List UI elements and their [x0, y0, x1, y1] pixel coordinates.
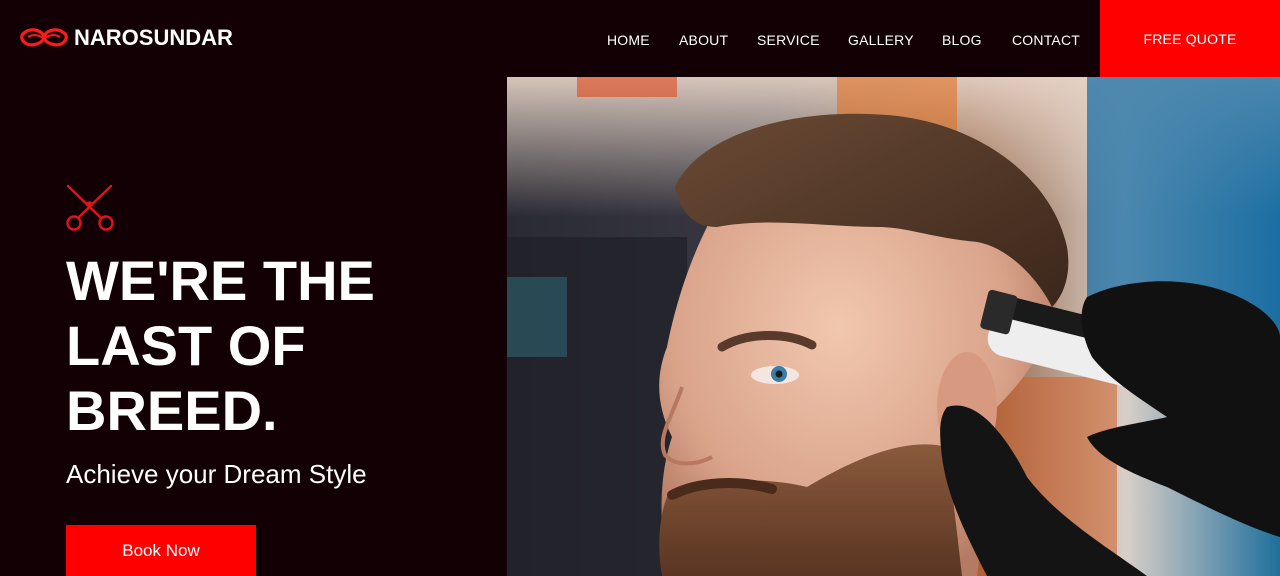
hero-photo — [507, 77, 1280, 576]
nav-about[interactable]: ABOUT — [679, 31, 728, 49]
nav-contact[interactable]: CONTACT — [1012, 31, 1080, 49]
book-now-button[interactable]: Book Now — [66, 525, 256, 576]
nav-gallery[interactable]: GALLERY — [848, 31, 914, 49]
hero-title-line-2: LAST OF — [66, 314, 306, 377]
free-quote-button[interactable]: FREE QUOTE — [1100, 0, 1280, 77]
nav-blog[interactable]: BLOG — [942, 31, 982, 49]
scissors-icon — [66, 184, 114, 231]
brand-name: NAROSUNDAR — [74, 25, 233, 50]
site-header: NAROSUNDAR HOME ABOUT SERVICE GALLERY BL… — [0, 0, 1280, 77]
hero-title-line-3: BREED. — [66, 379, 278, 442]
mustache-icon — [20, 28, 68, 47]
logo-link[interactable]: NAROSUNDAR — [20, 24, 233, 52]
hero-title: WE'RE THE LAST OF BREED. — [66, 248, 486, 443]
main-nav: HOME ABOUT SERVICE GALLERY BLOG CONTACT — [607, 31, 1080, 49]
page: NAROSUNDAR HOME ABOUT SERVICE GALLERY BL… — [0, 0, 1280, 576]
nav-home[interactable]: HOME — [607, 31, 650, 49]
nav-service[interactable]: SERVICE — [757, 31, 819, 49]
hero-title-line-1: WE'RE THE — [66, 249, 375, 312]
hero-subtitle: Achieve your Dream Style — [66, 459, 367, 489]
